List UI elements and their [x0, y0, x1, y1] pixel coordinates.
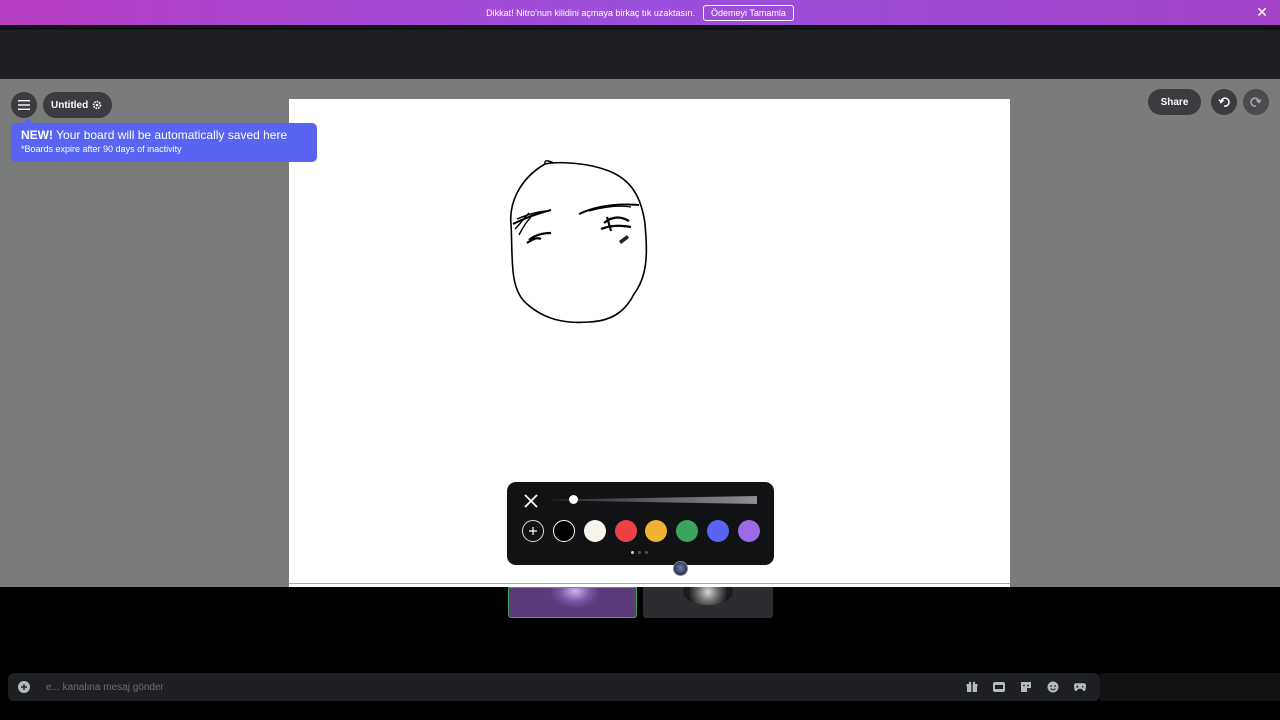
autosave-tooltip: NEW! Your board will be automatically sa…	[11, 118, 317, 162]
drawing-toolbar	[507, 482, 774, 565]
composer-actions	[966, 680, 1086, 694]
close-icon[interactable]: ✕	[1256, 5, 1268, 19]
board-title: Untitled	[51, 99, 89, 111]
activity-button[interactable]	[1074, 680, 1086, 694]
plus-icon	[529, 527, 537, 535]
tooltip-note: *Boards expire after 90 days of inactivi…	[21, 144, 182, 154]
activity-icon	[1074, 683, 1086, 691]
nitro-banner: Dikkat! Nitro'nun kilidini açmaya birkaç…	[0, 0, 1280, 25]
gif-icon	[993, 682, 1005, 692]
share-button[interactable]: Share	[1148, 89, 1201, 115]
stroke-size-slider[interactable]	[551, 496, 757, 504]
participant-avatar	[683, 587, 733, 605]
sidebar-footer	[1100, 673, 1280, 701]
page-dot[interactable]	[645, 551, 648, 554]
message-input[interactable]	[46, 681, 846, 693]
redo-icon	[1250, 97, 1262, 107]
page-dot[interactable]	[631, 551, 634, 554]
color-swatch-red[interactable]	[614, 520, 637, 542]
color-swatch-black[interactable]	[553, 520, 575, 542]
close-icon	[524, 494, 538, 508]
color-swatch-blurple[interactable]	[707, 520, 729, 542]
canvas-edge	[289, 583, 1010, 584]
hamburger-icon	[18, 100, 30, 110]
color-swatch-purple[interactable]	[737, 520, 760, 542]
channel-header	[0, 30, 1280, 79]
sticker-button[interactable]	[1020, 680, 1032, 694]
emoji-icon	[1047, 681, 1059, 693]
tooltip-arrow	[23, 118, 33, 123]
emoji-button[interactable]	[1047, 680, 1059, 694]
sticker-icon	[1021, 682, 1031, 692]
gear-icon[interactable]	[92, 100, 102, 110]
participant-tile[interactable]	[643, 587, 773, 618]
redo-button[interactable]	[1243, 89, 1269, 115]
stroke-size-handle[interactable]	[569, 495, 579, 504]
participant-video	[551, 588, 599, 608]
board-menu-button[interactable]	[11, 92, 37, 118]
complete-payment-button[interactable]: Ödemeyi Tamamla	[702, 4, 794, 21]
gift-button[interactable]	[966, 680, 978, 694]
color-swatch-green[interactable]	[676, 520, 699, 542]
gif-button[interactable]	[993, 680, 1005, 694]
undo-icon	[1218, 97, 1230, 107]
page-indicator	[631, 551, 648, 554]
close-toolbar-button[interactable]	[522, 492, 540, 510]
plus-icon	[21, 684, 27, 690]
color-swatch-cream[interactable]	[583, 520, 606, 542]
undo-button[interactable]	[1211, 89, 1237, 115]
add-color-button[interactable]	[522, 520, 544, 542]
color-swatch-yellow[interactable]	[645, 520, 668, 542]
page-dot[interactable]	[638, 551, 641, 554]
board-title-pill[interactable]: Untitled	[43, 92, 113, 118]
attach-button[interactable]	[18, 681, 30, 693]
gift-icon	[966, 681, 978, 692]
banner-text: Dikkat! Nitro'nun kilidini açmaya birkaç…	[486, 7, 695, 18]
collaborator-cursor-avatar	[673, 561, 688, 576]
message-composer	[8, 673, 1100, 701]
tooltip-headline: NEW! Your board will be automatically sa…	[21, 128, 307, 143]
new-label: NEW!	[21, 128, 53, 142]
tooltip-message: Your board will be automatically saved h…	[53, 128, 288, 142]
app-window: Dikkat! Nitro'nun kilidini açmaya birkaç…	[0, 0, 1280, 720]
participant-tile-speaking[interactable]	[508, 587, 637, 618]
